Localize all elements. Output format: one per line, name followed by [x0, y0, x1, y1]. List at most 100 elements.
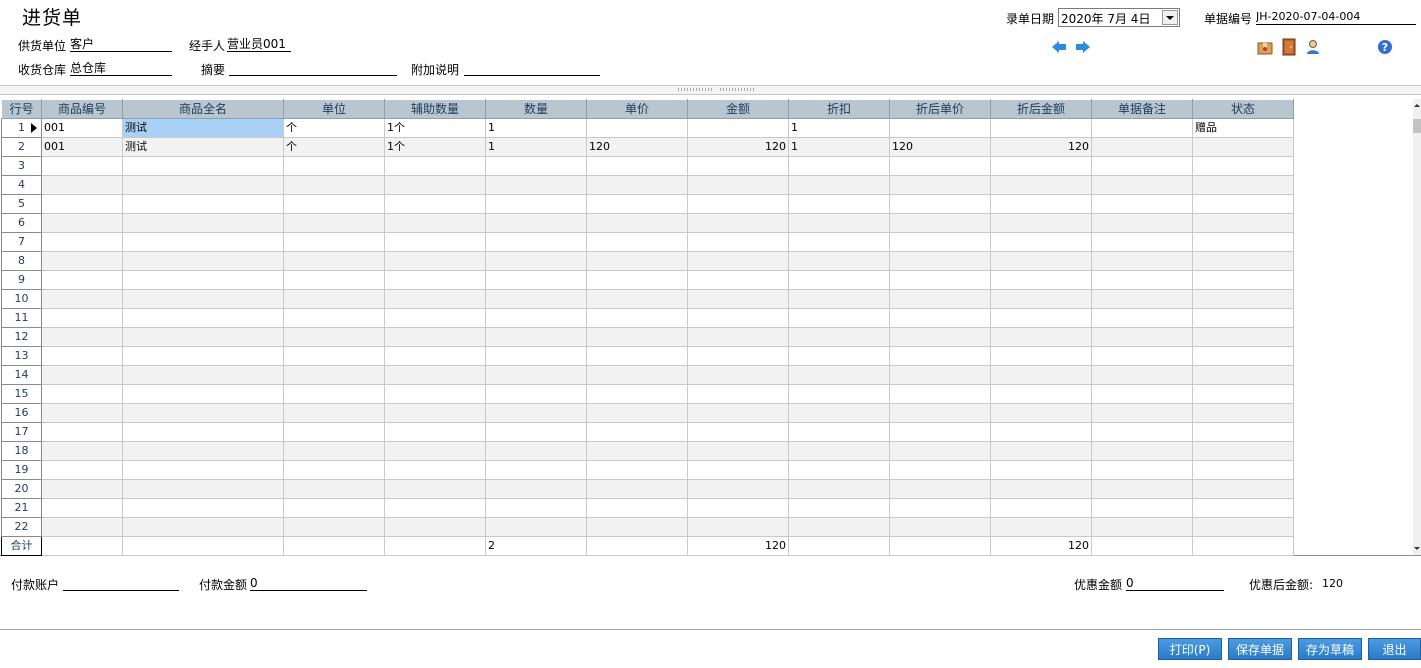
cell-dprice[interactable] — [889, 308, 991, 328]
handler-field[interactable]: 营业员001 — [227, 37, 291, 52]
column-header[interactable]: 数量 — [485, 99, 587, 119]
scroll-up-icon[interactable] — [1413, 99, 1421, 111]
cell-amount[interactable] — [687, 479, 789, 499]
cell-amount[interactable] — [687, 289, 789, 309]
column-header[interactable]: 折后金额 — [990, 99, 1092, 119]
cell-amount[interactable] — [687, 213, 789, 233]
cell-code[interactable] — [41, 289, 123, 309]
cell-code[interactable] — [41, 270, 123, 290]
cell-price[interactable] — [586, 213, 688, 233]
cell-amount[interactable] — [687, 346, 789, 366]
cell-dprice[interactable] — [889, 118, 991, 138]
cell-unit[interactable] — [283, 194, 385, 214]
cell-name[interactable] — [122, 384, 284, 404]
cell-aux[interactable] — [384, 403, 486, 423]
cell-remark[interactable] — [1091, 251, 1193, 271]
cell-code[interactable] — [41, 384, 123, 404]
cell-remark[interactable] — [1091, 137, 1193, 157]
column-header[interactable]: 状态 — [1192, 99, 1294, 119]
cell-dprice[interactable] — [889, 213, 991, 233]
cell-name[interactable]: 测试 — [122, 118, 284, 138]
cell-name[interactable] — [122, 175, 284, 195]
table-row[interactable]: 9 — [1, 270, 1294, 290]
cell-discount[interactable] — [788, 194, 890, 214]
cell-discount[interactable] — [788, 460, 890, 480]
cell-unit[interactable] — [283, 422, 385, 442]
cell-remark[interactable] — [1091, 441, 1193, 461]
cell-aux[interactable] — [384, 346, 486, 366]
cell-status[interactable] — [1192, 517, 1294, 537]
cell-discount[interactable] — [788, 498, 890, 518]
cell-amount[interactable]: 120 — [687, 137, 789, 157]
cell-remark[interactable] — [1091, 422, 1193, 442]
cell-unit[interactable]: 个 — [283, 137, 385, 157]
column-header[interactable]: 辅助数量 — [384, 99, 486, 119]
cell-code[interactable] — [41, 194, 123, 214]
cell-unit[interactable] — [283, 517, 385, 537]
cell-qty[interactable] — [485, 460, 587, 480]
cell-price[interactable] — [586, 422, 688, 442]
cell-unit[interactable] — [283, 156, 385, 176]
cell-aux[interactable] — [384, 232, 486, 252]
cell-price[interactable] — [586, 232, 688, 252]
cell-remark[interactable] — [1091, 384, 1193, 404]
cell-amount[interactable] — [687, 232, 789, 252]
exit-button[interactable]: 退出 — [1368, 638, 1421, 660]
table-row[interactable]: 6 — [1, 213, 1294, 233]
cell-name[interactable] — [122, 403, 284, 423]
cell-price[interactable] — [586, 384, 688, 404]
cell-status[interactable] — [1192, 270, 1294, 290]
cell-unit[interactable] — [283, 365, 385, 385]
cell-unit[interactable] — [283, 232, 385, 252]
cell-dprice[interactable]: 120 — [889, 137, 991, 157]
cell-unit[interactable] — [283, 308, 385, 328]
cell-price[interactable] — [586, 460, 688, 480]
cell-damount[interactable] — [990, 460, 1092, 480]
cell-remark[interactable] — [1091, 498, 1193, 518]
column-header[interactable]: 单价 — [586, 99, 688, 119]
cell-qty[interactable] — [485, 441, 587, 461]
cell-name[interactable] — [122, 251, 284, 271]
cell-qty[interactable] — [485, 403, 587, 423]
cell-remark[interactable] — [1091, 517, 1193, 537]
door-icon[interactable] — [1281, 38, 1297, 56]
cell-unit[interactable] — [283, 498, 385, 518]
cell-discount[interactable] — [788, 308, 890, 328]
cell-qty[interactable] — [485, 422, 587, 442]
cell-qty[interactable] — [485, 517, 587, 537]
column-header[interactable]: 商品编号 — [41, 99, 123, 119]
cell-aux[interactable] — [384, 441, 486, 461]
cell-remark[interactable] — [1091, 403, 1193, 423]
cell-damount[interactable] — [990, 403, 1092, 423]
column-header[interactable]: 单位 — [283, 99, 385, 119]
cell-status[interactable] — [1192, 327, 1294, 347]
cell-qty[interactable] — [485, 479, 587, 499]
table-row[interactable]: 4 — [1, 175, 1294, 195]
table-row[interactable]: 18 — [1, 441, 1294, 461]
cell-damount[interactable] — [990, 175, 1092, 195]
cell-unit[interactable] — [283, 441, 385, 461]
cell-unit[interactable] — [283, 460, 385, 480]
cell-amount[interactable] — [687, 384, 789, 404]
cell-remark[interactable] — [1091, 156, 1193, 176]
cell-damount[interactable] — [990, 327, 1092, 347]
cell-aux[interactable] — [384, 460, 486, 480]
cell-status[interactable] — [1192, 346, 1294, 366]
cell-name[interactable] — [122, 365, 284, 385]
cell-qty[interactable] — [485, 251, 587, 271]
cell-code[interactable] — [41, 403, 123, 423]
cell-status[interactable] — [1192, 137, 1294, 157]
cell-dprice[interactable] — [889, 460, 991, 480]
cell-unit[interactable] — [283, 270, 385, 290]
save-button[interactable]: 保存单据 — [1228, 638, 1292, 660]
cell-price[interactable] — [586, 517, 688, 537]
cell-aux[interactable] — [384, 156, 486, 176]
table-row[interactable]: 8 — [1, 251, 1294, 271]
scroll-thumb[interactable] — [1413, 119, 1421, 133]
cell-name[interactable] — [122, 213, 284, 233]
table-row[interactable]: 11 — [1, 308, 1294, 328]
cell-code[interactable] — [41, 156, 123, 176]
cell-code[interactable] — [41, 327, 123, 347]
cell-name[interactable] — [122, 232, 284, 252]
cell-amount[interactable] — [687, 517, 789, 537]
